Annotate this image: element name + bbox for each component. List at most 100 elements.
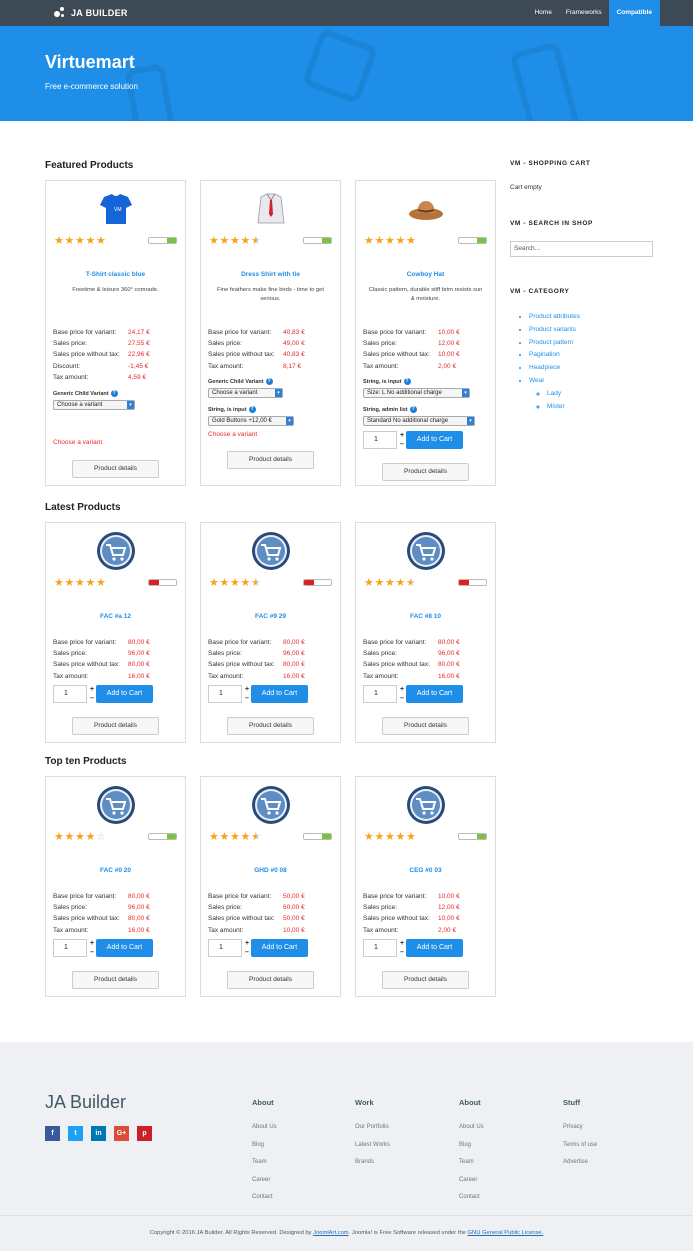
add-to-cart-button[interactable]: Add to Cart [251,685,308,703]
footer-link[interactable]: Career [459,1172,484,1190]
shop-search-input[interactable]: Search... [510,241,653,257]
quantity-input[interactable]: 1 [363,685,397,703]
quantity-input[interactable]: 1 [363,431,397,449]
footer-link[interactable]: Contact [459,1189,484,1207]
footer-link[interactable]: Terms of use [563,1137,597,1155]
section-top-title: Top ten Products [45,756,127,767]
footer-link[interactable]: About Us [252,1119,277,1137]
footer-link[interactable]: Advertise [563,1154,597,1172]
product-name[interactable]: GHD #0 08 [205,867,336,874]
price-label: Sales price: [208,904,242,912]
footer-link[interactable]: Brands [355,1154,390,1172]
plus-icon[interactable]: + [90,940,94,947]
minus-icon[interactable]: – [245,949,249,956]
twitter-icon[interactable]: t [68,1126,83,1141]
minus-icon[interactable]: – [90,695,94,702]
footer-link[interactable]: Team [459,1154,484,1172]
price-row-base: Base price for variant: 50,00 € [208,891,305,902]
minus-icon[interactable]: – [400,949,404,956]
quantity-input[interactable]: 1 [363,939,397,957]
footer-link[interactable]: Contact [252,1189,277,1207]
style-select[interactable]: Standard No additional charge ▾ [363,416,475,426]
gpl-link[interactable]: GNU General Public License. [468,1230,544,1236]
footer-link[interactable]: Blog [459,1137,484,1155]
category-headpiece[interactable]: Headpiece [529,362,580,375]
price-value: 16,00 € [128,672,150,680]
site-logo[interactable]: JA BUILDER [54,6,128,20]
footer-link[interactable]: Blog [252,1137,277,1155]
product-name[interactable]: FAC #8 10 [360,613,491,620]
linkedin-icon[interactable]: in [91,1126,106,1141]
google-plus-icon[interactable]: G+ [114,1126,129,1141]
price-label: Tax amount: [363,672,399,680]
plus-icon[interactable]: + [245,686,249,693]
footer-link[interactable]: About Us [459,1119,484,1137]
product-details-button[interactable]: Product details [227,971,314,989]
product-details-button[interactable]: Product details [227,717,314,735]
add-to-cart-button[interactable]: Add to Cart [406,685,463,703]
product-details-button[interactable]: Product details [382,971,469,989]
category-mister[interactable]: Mister [547,401,580,414]
nav-home[interactable]: Home [527,0,558,26]
buttons-select[interactable]: Gold Buttons +12,00 € ▾ [208,416,294,426]
price-label: Sales price without tax: [208,915,275,923]
size-select[interactable]: Size: L No additional charge ▾ [363,388,470,398]
product-name[interactable]: FAC #a 12 [50,613,181,620]
add-to-cart-button[interactable]: Add to Cart [96,685,153,703]
product-name[interactable]: CEG #0 03 [360,867,491,874]
footer-link[interactable]: Our Portfolio [355,1119,390,1137]
tshirt-icon: VM [96,189,136,229]
product-name[interactable]: FAC #0 20 [50,867,181,874]
quantity-input[interactable]: 1 [53,939,87,957]
quantity-input[interactable]: 1 [208,939,242,957]
variant-select[interactable]: Choose a variant ▾ [53,400,135,410]
product-description: Freetime & leisure 360° comrade. [72,287,159,293]
plus-icon[interactable]: + [400,940,404,947]
plus-icon[interactable]: + [400,686,404,693]
plus-icon[interactable]: + [90,686,94,693]
star-icon: ★ [240,577,251,589]
category-lady[interactable]: Lady [547,388,580,401]
add-to-cart-button[interactable]: Add to Cart [251,939,308,957]
footer-link[interactable]: Latest Works [355,1137,390,1155]
category-product-attributes[interactable]: Product attributes [529,311,580,324]
product-details-button[interactable]: Product details [227,451,314,469]
footer-link[interactable]: Career [252,1172,277,1190]
category-product-variants[interactable]: Product variants [529,324,580,337]
product-details-button[interactable]: Product details [72,971,159,989]
pinterest-icon[interactable]: p [137,1126,152,1141]
product-name[interactable]: T-Shirt classic blue [50,271,181,278]
product-details-button[interactable]: Product details [72,717,159,735]
add-to-cart-button[interactable]: Add to Cart [96,939,153,957]
category-wear[interactable]: Wear [529,375,580,388]
facebook-icon[interactable]: f [45,1126,60,1141]
product-details-button[interactable]: Product details [382,463,469,481]
minus-icon[interactable]: – [90,949,94,956]
category-pagination[interactable]: Pagination [529,349,580,362]
category-product-pattern[interactable]: Product pattern [529,337,580,350]
footer-link[interactable]: Team [252,1154,277,1172]
nav-compatible[interactable]: Compatible [608,0,660,26]
stock-indicator [458,833,487,840]
minus-icon[interactable]: – [400,695,404,702]
product-description: Fine feathers make fine birds - time to … [217,287,324,302]
plus-icon[interactable]: + [245,940,249,947]
minus-icon[interactable]: – [400,441,404,448]
nav-frameworks[interactable]: Frameworks [559,0,609,26]
price-label: Tax amount: [208,672,244,680]
price-label: Sales price without tax: [53,351,120,359]
footer-link[interactable]: Privacy [563,1119,597,1137]
add-to-cart-button[interactable]: Add to Cart [406,431,463,449]
quantity-input[interactable]: 1 [208,685,242,703]
product-name[interactable]: Cowboy Hat [360,271,491,278]
product-name[interactable]: FAC #9 29 [205,613,336,620]
variant-select[interactable]: Choose a variant ▾ [208,388,283,398]
minus-icon[interactable]: – [245,695,249,702]
joomlart-link[interactable]: JoomlArt.com [313,1230,348,1236]
product-name[interactable]: Dress Shirt with tie [205,271,336,278]
product-details-button[interactable]: Product details [382,717,469,735]
quantity-input[interactable]: 1 [53,685,87,703]
product-details-button[interactable]: Product details [72,460,159,478]
add-to-cart-button[interactable]: Add to Cart [406,939,463,957]
plus-icon[interactable]: + [400,432,404,439]
